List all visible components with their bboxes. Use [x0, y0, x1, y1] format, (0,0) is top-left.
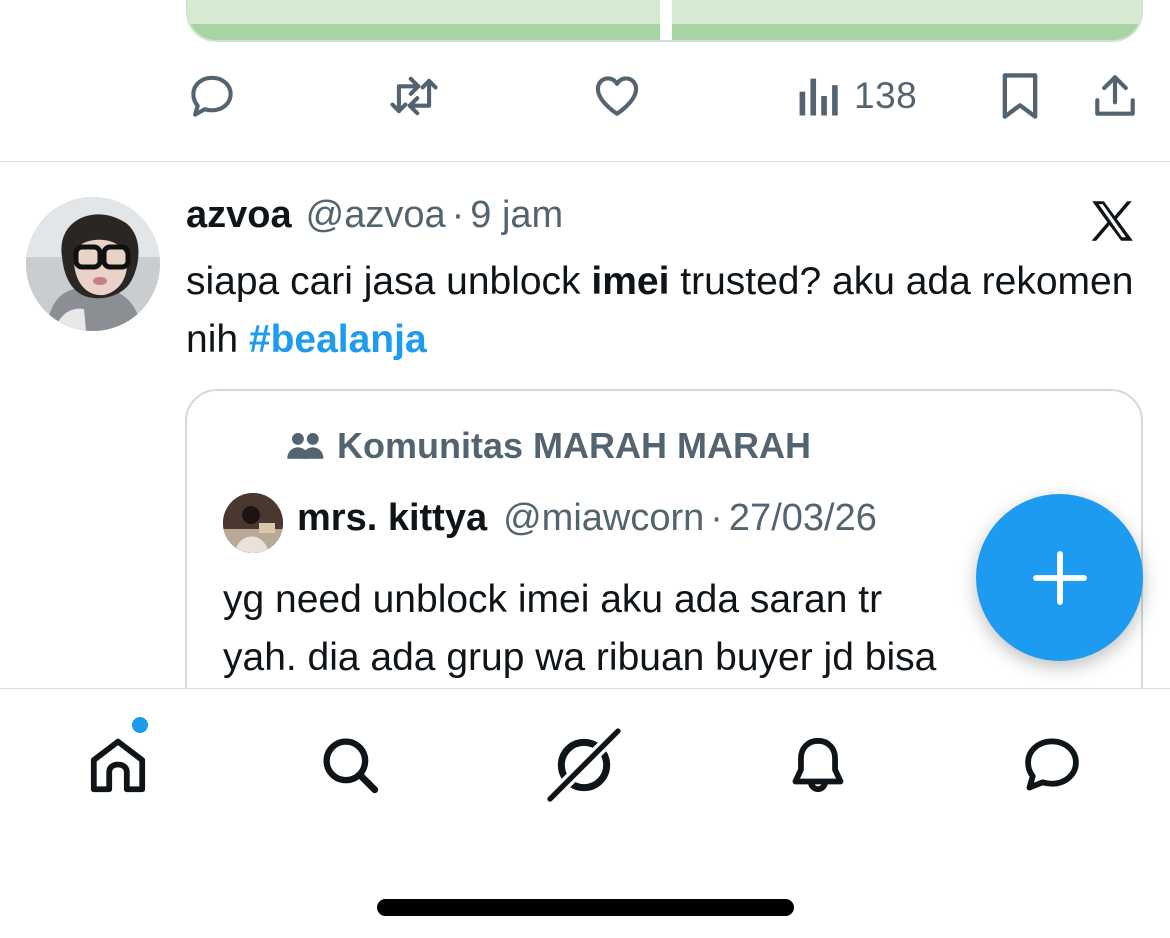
display-name[interactable]: azvoa [186, 194, 292, 237]
plus-icon [1032, 550, 1087, 605]
nav-home[interactable] [78, 715, 158, 805]
reply-button[interactable] [186, 66, 238, 126]
nav-messages[interactable] [1012, 725, 1092, 805]
home-icon [90, 738, 146, 793]
share-button[interactable] [1090, 66, 1140, 126]
quote-header: mrs. kittya @miawcorn · 27/03/26 [297, 497, 877, 540]
tweet-time[interactable]: 9 jam [470, 194, 563, 237]
bookmark-button[interactable] [996, 66, 1044, 126]
hashtag-link[interactable]: #bealanja [249, 318, 427, 361]
x-logo-icon [1091, 201, 1133, 241]
quote-avatar-photo [223, 493, 283, 553]
reply-icon [191, 75, 233, 117]
home-notification-dot [130, 715, 150, 735]
community-label[interactable]: Komunitas MARAH MARAH [285, 425, 811, 467]
tweet-text: siapa cari jasa unblock imei trusted? ak… [186, 253, 1146, 369]
tweet-header: azvoa @azvoa · 9 jam [186, 194, 563, 244]
quote-date: 27/03/26 [728, 497, 877, 539]
grok-icon [547, 728, 621, 802]
views-icon [799, 78, 838, 116]
views-button[interactable]: 138 [796, 66, 917, 126]
previous-tweet-media[interactable] [186, 0, 1143, 42]
quote-display-name[interactable]: mrs. kittya [297, 497, 487, 540]
bottom-nav [0, 688, 1170, 938]
compose-button[interactable] [976, 494, 1143, 661]
tweet-divider [0, 161, 1170, 162]
nav-search[interactable] [310, 725, 390, 805]
like-button[interactable] [590, 66, 644, 126]
avatar-photo [26, 197, 160, 331]
media-image-left [188, 0, 660, 40]
messages-icon [1025, 738, 1079, 791]
views-count: 138 [854, 75, 918, 116]
quote-handle[interactable]: @miawcorn [503, 497, 704, 540]
bell-icon [792, 737, 844, 793]
nav-notifications[interactable] [778, 725, 858, 805]
search-icon [323, 738, 379, 794]
retweet-button[interactable] [386, 66, 442, 126]
bookmark-icon [1002, 73, 1038, 119]
separator-dot: · [451, 194, 465, 236]
heart-icon [595, 76, 639, 116]
nav-grok[interactable] [544, 725, 624, 805]
user-handle[interactable]: @azvoa [306, 194, 446, 237]
quote-avatar[interactable] [223, 493, 283, 553]
media-image-right [672, 0, 1141, 40]
share-icon [1095, 75, 1135, 116]
tweet-text-bold: imei [591, 260, 670, 303]
tweet-action-bar: 138 [0, 66, 1170, 126]
home-indicator[interactable] [377, 899, 794, 916]
separator-dot: · [710, 497, 723, 539]
tweet-text-part: siapa cari jasa unblock [186, 260, 592, 303]
avatar[interactable] [26, 197, 160, 331]
community-icon [287, 432, 324, 459]
timeline-screen: 138 azvoa @azvoa · 9 jam siapa cari jasa… [0, 0, 1170, 938]
community-name: Komunitas MARAH MARAH [337, 425, 811, 466]
retweet-icon [390, 76, 438, 116]
